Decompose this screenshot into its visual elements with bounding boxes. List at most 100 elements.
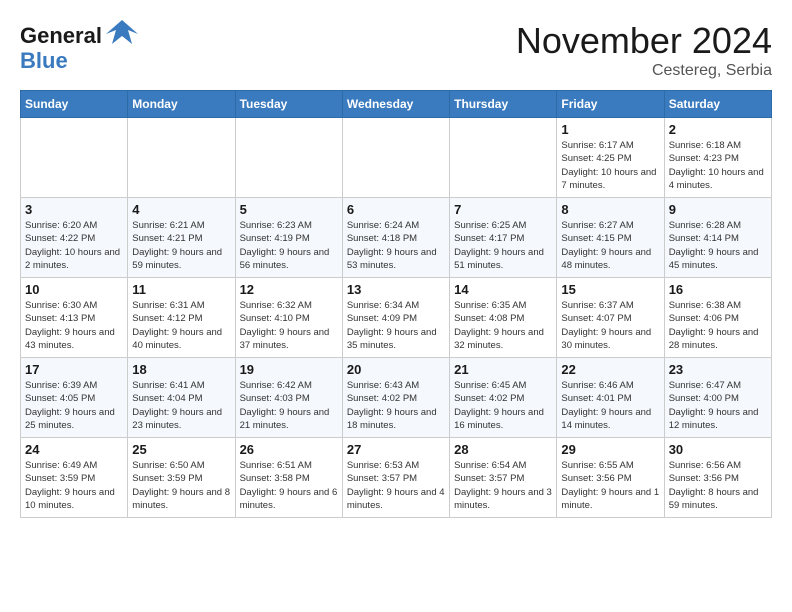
day-info: Sunrise: 6:18 AM Sunset: 4:23 PM Dayligh… [669, 139, 767, 192]
day-number: 26 [240, 442, 338, 457]
day-number: 2 [669, 122, 767, 137]
day-info: Sunrise: 6:51 AM Sunset: 3:58 PM Dayligh… [240, 459, 338, 512]
day-info: Sunrise: 6:31 AM Sunset: 4:12 PM Dayligh… [132, 299, 230, 352]
day-cell: 10Sunrise: 6:30 AM Sunset: 4:13 PM Dayli… [21, 278, 128, 358]
day-info: Sunrise: 6:32 AM Sunset: 4:10 PM Dayligh… [240, 299, 338, 352]
day-header-wednesday: Wednesday [342, 91, 449, 118]
day-info: Sunrise: 6:53 AM Sunset: 3:57 PM Dayligh… [347, 459, 445, 512]
day-number: 18 [132, 362, 230, 377]
day-info: Sunrise: 6:35 AM Sunset: 4:08 PM Dayligh… [454, 299, 552, 352]
logo: General Blue [20, 20, 140, 74]
day-info: Sunrise: 6:42 AM Sunset: 4:03 PM Dayligh… [240, 379, 338, 432]
day-cell: 5 Sunrise: 6:23 AM Sunset: 4:19 PM Daylig… [235, 198, 342, 278]
day-number: 17 [25, 362, 123, 377]
day-cell: 21Sunrise: 6:45 AM Sunset: 4:02 PM Dayli… [450, 358, 557, 438]
day-number: 16 [669, 282, 767, 297]
day-info: Sunrise: 6:25 AM Sunset: 4:17 PM Dayligh… [454, 219, 552, 272]
day-number: 3 [25, 202, 123, 217]
logo-bird-icon [104, 16, 140, 52]
day-cell: 27Sunrise: 6:53 AM Sunset: 3:57 PM Dayli… [342, 438, 449, 518]
day-number: 23 [669, 362, 767, 377]
day-cell: 28 Sunrise: 6:54 AM Sunset: 3:57 PM Dayli… [450, 438, 557, 518]
day-cell: 9 Sunrise: 6:28 AM Sunset: 4:14 PM Daylig… [664, 198, 771, 278]
day-cell: 17 Sunrise: 6:39 AM Sunset: 4:05 PM Dayli… [21, 358, 128, 438]
day-info: Sunrise: 6:46 AM Sunset: 4:01 PM Dayligh… [561, 379, 659, 432]
day-info: Sunrise: 6:21 AM Sunset: 4:21 PM Dayligh… [132, 219, 230, 272]
day-info: Sunrise: 6:24 AM Sunset: 4:18 PM Dayligh… [347, 219, 445, 272]
day-header-saturday: Saturday [664, 91, 771, 118]
day-cell: 11 Sunrise: 6:31 AM Sunset: 4:12 PM Dayli… [128, 278, 235, 358]
day-info: Sunrise: 6:20 AM Sunset: 4:22 PM Dayligh… [25, 219, 123, 272]
day-number: 13 [347, 282, 445, 297]
day-number: 7 [454, 202, 552, 217]
day-info: Sunrise: 6:38 AM Sunset: 4:06 PM Dayligh… [669, 299, 767, 352]
day-number: 11 [132, 282, 230, 297]
day-info: Sunrise: 6:27 AM Sunset: 4:15 PM Dayligh… [561, 219, 659, 272]
day-cell: 7 Sunrise: 6:25 AM Sunset: 4:17 PM Daylig… [450, 198, 557, 278]
day-cell [21, 118, 128, 198]
calendar-body: 1 Sunrise: 6:17 AM Sunset: 4:25 PM Daylig… [21, 118, 772, 518]
day-cell: 26 Sunrise: 6:51 AM Sunset: 3:58 PM Dayli… [235, 438, 342, 518]
day-number: 5 [240, 202, 338, 217]
day-number: 14 [454, 282, 552, 297]
day-info: Sunrise: 6:39 AM Sunset: 4:05 PM Dayligh… [25, 379, 123, 432]
day-info: Sunrise: 6:56 AM Sunset: 3:56 PM Dayligh… [669, 459, 767, 512]
calendar-header-row: SundayMondayTuesdayWednesdayThursdayFrid… [21, 91, 772, 118]
day-info: Sunrise: 6:23 AM Sunset: 4:19 PM Dayligh… [240, 219, 338, 272]
day-number: 1 [561, 122, 659, 137]
day-cell [342, 118, 449, 198]
day-header-monday: Monday [128, 91, 235, 118]
day-cell: 3 Sunrise: 6:20 AM Sunset: 4:22 PM Daylig… [21, 198, 128, 278]
day-cell: 4 Sunrise: 6:21 AM Sunset: 4:21 PM Daylig… [128, 198, 235, 278]
day-number: 6 [347, 202, 445, 217]
day-header-tuesday: Tuesday [235, 91, 342, 118]
calendar-table: SundayMondayTuesdayWednesdayThursdayFrid… [20, 90, 772, 518]
day-cell [235, 118, 342, 198]
day-cell: 15Sunrise: 6:37 AM Sunset: 4:07 PM Dayli… [557, 278, 664, 358]
day-number: 28 [454, 442, 552, 457]
day-cell: 29 Sunrise: 6:55 AM Sunset: 3:56 PM Dayli… [557, 438, 664, 518]
day-cell: 24Sunrise: 6:49 AM Sunset: 3:59 PM Dayli… [21, 438, 128, 518]
location: Cestereg, Serbia [516, 62, 772, 80]
week-row-1: 1 Sunrise: 6:17 AM Sunset: 4:25 PM Daylig… [21, 118, 772, 198]
title-block: November 2024 Cestereg, Serbia [516, 20, 772, 80]
day-cell: 1 Sunrise: 6:17 AM Sunset: 4:25 PM Daylig… [557, 118, 664, 198]
week-row-2: 3 Sunrise: 6:20 AM Sunset: 4:22 PM Daylig… [21, 198, 772, 278]
day-number: 25 [132, 442, 230, 457]
week-row-3: 10Sunrise: 6:30 AM Sunset: 4:13 PM Dayli… [21, 278, 772, 358]
day-info: Sunrise: 6:41 AM Sunset: 4:04 PM Dayligh… [132, 379, 230, 432]
page-header: General Blue November 2024 Cestereg, Ser… [20, 20, 772, 80]
day-info: Sunrise: 6:17 AM Sunset: 4:25 PM Dayligh… [561, 139, 659, 192]
day-info: Sunrise: 6:50 AM Sunset: 3:59 PM Dayligh… [132, 459, 230, 512]
day-header-friday: Friday [557, 91, 664, 118]
day-cell: 12 Sunrise: 6:32 AM Sunset: 4:10 PM Dayli… [235, 278, 342, 358]
day-header-thursday: Thursday [450, 91, 557, 118]
day-cell: 6 Sunrise: 6:24 AM Sunset: 4:18 PM Daylig… [342, 198, 449, 278]
day-number: 21 [454, 362, 552, 377]
day-info: Sunrise: 6:54 AM Sunset: 3:57 PM Dayligh… [454, 459, 552, 512]
day-number: 22 [561, 362, 659, 377]
day-cell [128, 118, 235, 198]
day-number: 4 [132, 202, 230, 217]
week-row-5: 24Sunrise: 6:49 AM Sunset: 3:59 PM Dayli… [21, 438, 772, 518]
day-cell: 30 Sunrise: 6:56 AM Sunset: 3:56 PM Dayli… [664, 438, 771, 518]
month-title: November 2024 [516, 20, 772, 62]
day-number: 19 [240, 362, 338, 377]
day-info: Sunrise: 6:28 AM Sunset: 4:14 PM Dayligh… [669, 219, 767, 272]
week-row-4: 17 Sunrise: 6:39 AM Sunset: 4:05 PM Dayli… [21, 358, 772, 438]
day-cell: 20Sunrise: 6:43 AM Sunset: 4:02 PM Dayli… [342, 358, 449, 438]
day-number: 12 [240, 282, 338, 297]
day-info: Sunrise: 6:47 AM Sunset: 4:00 PM Dayligh… [669, 379, 767, 432]
day-number: 10 [25, 282, 123, 297]
day-number: 29 [561, 442, 659, 457]
day-info: Sunrise: 6:55 AM Sunset: 3:56 PM Dayligh… [561, 459, 659, 512]
day-cell: 23 Sunrise: 6:47 AM Sunset: 4:00 PM Dayli… [664, 358, 771, 438]
day-number: 9 [669, 202, 767, 217]
day-header-sunday: Sunday [21, 91, 128, 118]
logo-text-general: General [20, 23, 102, 48]
day-cell: 22 Sunrise: 6:46 AM Sunset: 4:01 PM Dayli… [557, 358, 664, 438]
day-number: 30 [669, 442, 767, 457]
day-cell: 2 Sunrise: 6:18 AM Sunset: 4:23 PM Daylig… [664, 118, 771, 198]
day-cell: 14 Sunrise: 6:35 AM Sunset: 4:08 PM Dayli… [450, 278, 557, 358]
day-number: 24 [25, 442, 123, 457]
